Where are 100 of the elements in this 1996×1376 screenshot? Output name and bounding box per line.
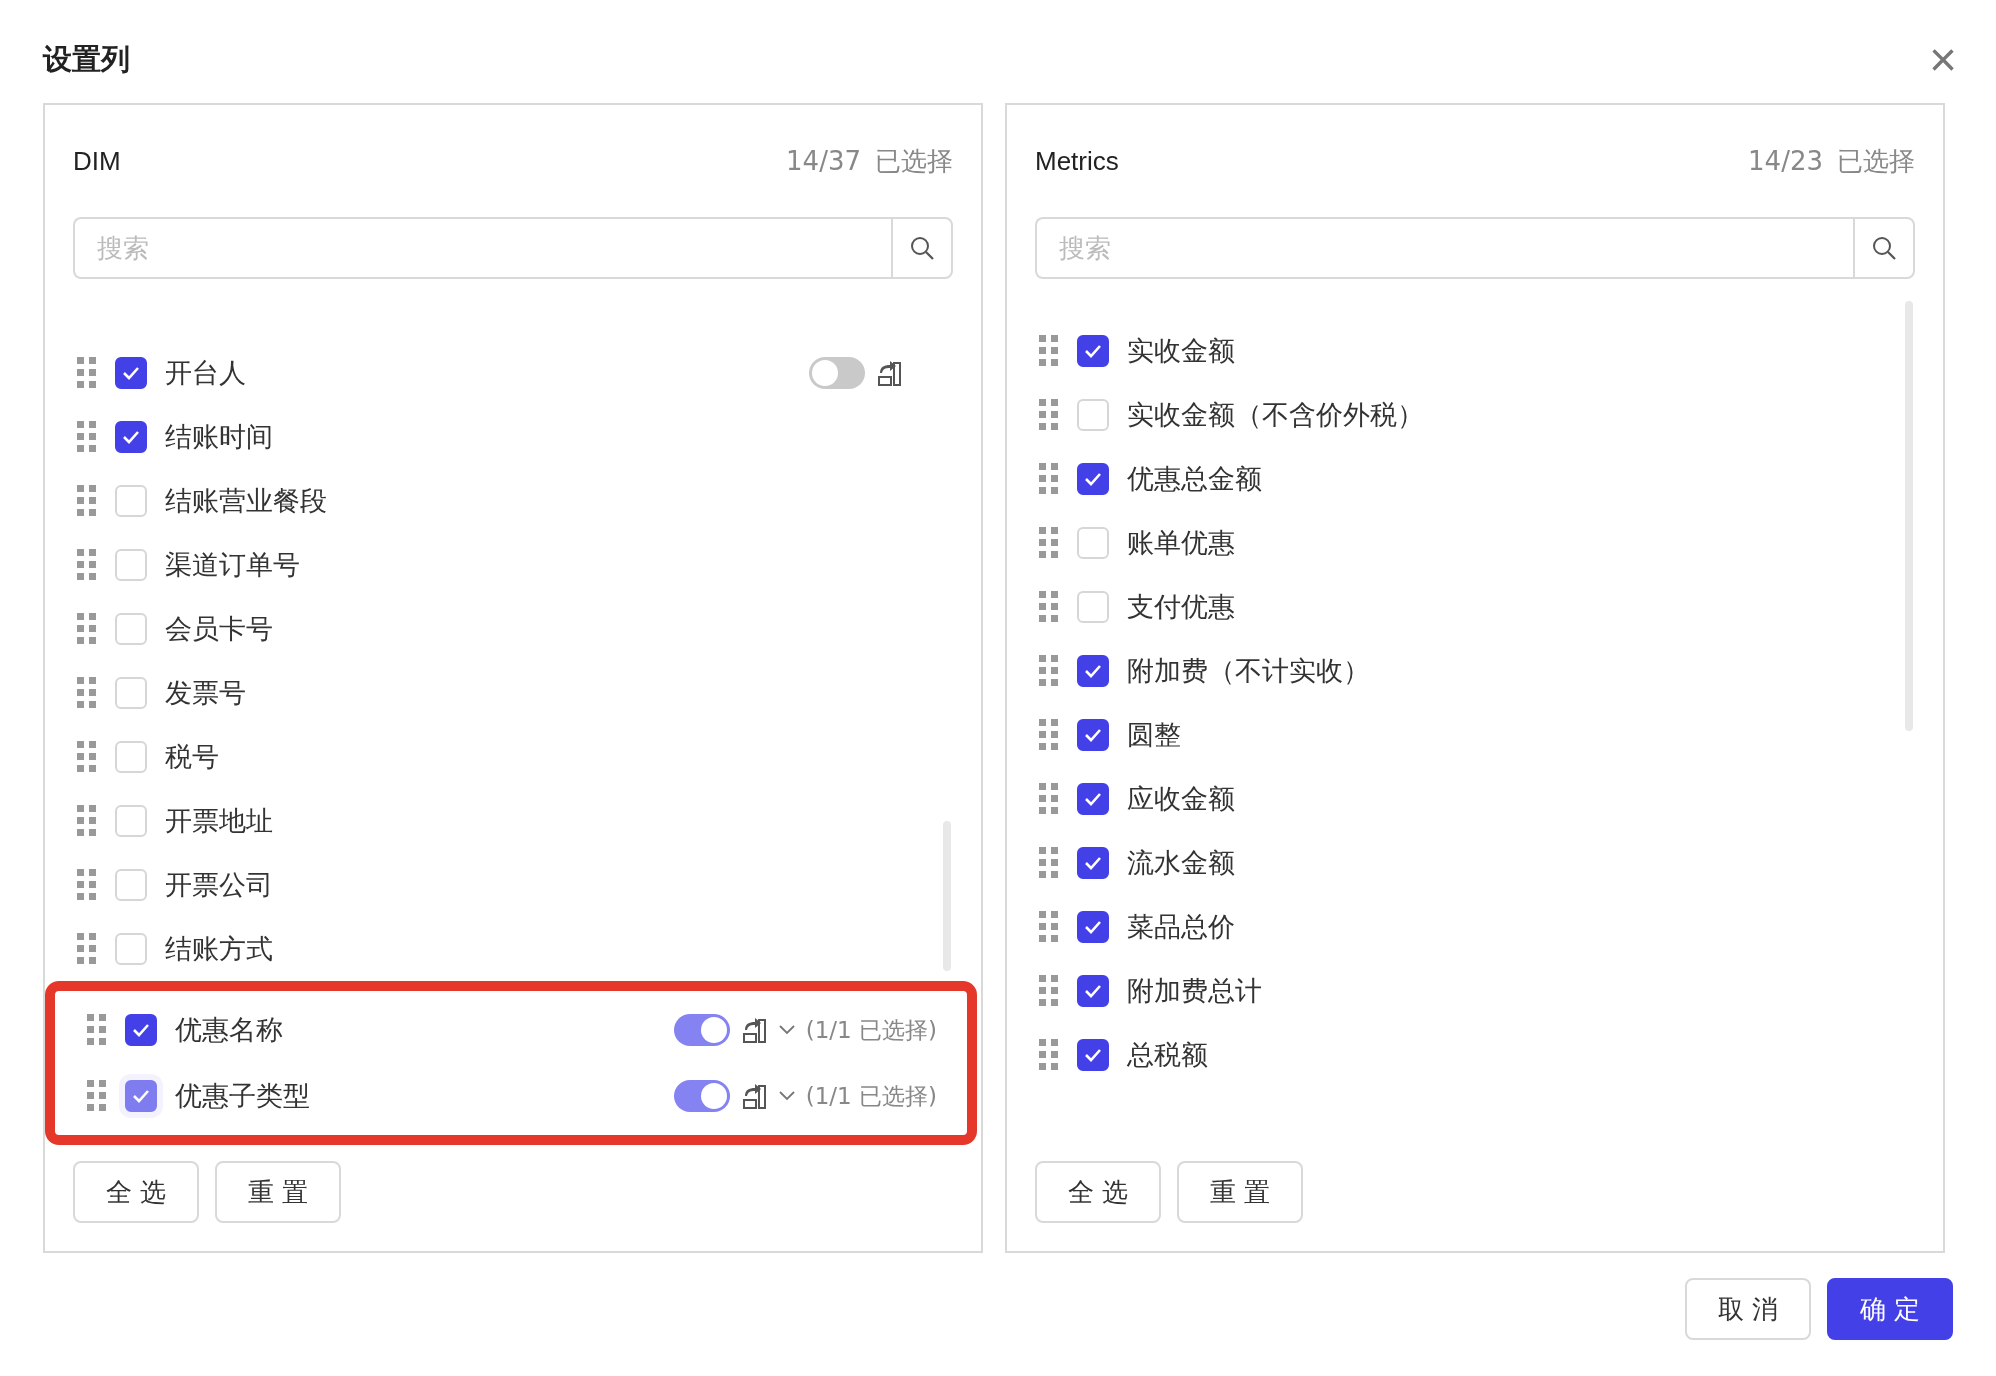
panel-button[interactable]: 全 选 — [73, 1161, 199, 1223]
selected-count: 14/23 — [1748, 146, 1823, 176]
column-label: 账单优惠 — [1127, 526, 1235, 560]
checkmark-icon — [121, 429, 141, 445]
sub-selected-count: (1/1 已选择) — [805, 1015, 937, 1045]
column-label: 优惠名称 — [175, 1013, 283, 1047]
drag-handle-icon[interactable] — [1039, 1039, 1059, 1071]
caret-icon[interactable] — [777, 1090, 796, 1102]
confirm-button[interactable]: 确 定 — [1827, 1278, 1953, 1340]
dialog-title: 设置列 — [43, 41, 130, 78]
drag-handle-icon[interactable] — [87, 1014, 107, 1046]
checkbox[interactable] — [1077, 975, 1109, 1007]
toggle-switch[interactable] — [673, 1014, 730, 1046]
column-label: 圆整 — [1127, 718, 1181, 752]
drag-handle-icon[interactable] — [77, 613, 97, 645]
selected-label: 已选择 — [1837, 144, 1915, 178]
checkmark-icon — [1083, 471, 1103, 487]
search-button[interactable] — [1853, 217, 1915, 279]
drag-handle-icon[interactable] — [1039, 975, 1059, 1007]
checkbox[interactable] — [1077, 463, 1109, 495]
column-label: 附加费（不计实收） — [1127, 654, 1370, 688]
checkbox[interactable] — [115, 357, 147, 389]
drag-handle-icon[interactable] — [77, 933, 97, 965]
checkmark-icon — [121, 365, 141, 381]
pin-column-icon[interactable] — [741, 1016, 768, 1044]
search-button[interactable] — [891, 217, 953, 279]
panel-button[interactable]: 全 选 — [1035, 1161, 1161, 1223]
column-label: 渠道订单号 — [165, 548, 300, 582]
checkbox[interactable] — [125, 1014, 157, 1046]
column-label: 实收金额 — [1127, 334, 1235, 368]
sub-selected-count: (1/1 已选择) — [805, 1081, 937, 1111]
column-label: 结账时间 — [165, 420, 273, 454]
toggle-switch[interactable] — [809, 357, 865, 389]
checkmark-icon — [1083, 727, 1103, 743]
column-label: 结账营业餐段 — [165, 484, 327, 518]
column-label: 会员卡号 — [165, 612, 273, 646]
search-icon — [909, 235, 935, 261]
drag-handle-icon[interactable] — [1039, 399, 1059, 431]
column-label: 优惠总金额 — [1127, 462, 1262, 496]
pin-column-icon[interactable] — [877, 359, 903, 387]
drag-handle-icon[interactable] — [77, 869, 97, 901]
column-label: 附加费总计 — [1127, 974, 1262, 1008]
drag-handle-icon[interactable] — [77, 421, 97, 453]
checkbox[interactable] — [1077, 719, 1109, 751]
panel-button[interactable]: 重 置 — [215, 1161, 341, 1223]
checkmark-icon — [1083, 663, 1103, 679]
column-label: 发票号 — [165, 676, 246, 710]
checkbox[interactable] — [1077, 911, 1109, 943]
drag-handle-icon[interactable] — [77, 805, 97, 837]
drag-handle-icon[interactable] — [1039, 719, 1059, 751]
column-label: 总税额 — [1127, 1038, 1208, 1072]
drag-handle-icon[interactable] — [77, 485, 97, 517]
drag-handle-icon[interactable] — [1039, 463, 1059, 495]
panel-title: Metrics — [1035, 145, 1119, 177]
pin-column-icon[interactable] — [741, 1082, 768, 1110]
checkmark-icon — [1083, 343, 1103, 359]
checkbox[interactable] — [1077, 847, 1109, 879]
column-label: 开台人 — [165, 356, 246, 390]
drag-handle-icon[interactable] — [1039, 335, 1059, 367]
checkbox[interactable] — [1077, 655, 1109, 687]
drag-handle-icon[interactable] — [87, 1080, 107, 1112]
drag-handle-icon[interactable] — [1039, 783, 1059, 815]
drag-handle-icon[interactable] — [1039, 527, 1059, 559]
column-label: 优惠子类型 — [175, 1079, 310, 1113]
checkmark-icon — [1083, 1047, 1103, 1063]
cancel-button[interactable]: 取 消 — [1685, 1278, 1811, 1340]
search-field[interactable]: 搜索 — [73, 217, 891, 279]
panel-button[interactable]: 重 置 — [1177, 1161, 1303, 1223]
caret-icon[interactable] — [777, 1024, 796, 1036]
close-button[interactable]: × — [1922, 36, 1963, 84]
checkmark-icon — [1083, 855, 1103, 871]
column-label: 税号 — [165, 740, 219, 774]
drag-handle-icon[interactable] — [77, 741, 97, 773]
checkbox[interactable] — [1077, 783, 1109, 815]
checkmark-icon — [131, 1088, 151, 1104]
checkbox[interactable] — [115, 421, 147, 453]
checkmark-icon — [131, 1022, 151, 1038]
column-label: 支付优惠 — [1127, 590, 1235, 624]
search-icon — [1871, 235, 1897, 261]
drag-handle-icon[interactable] — [1039, 847, 1059, 879]
drag-handle-icon[interactable] — [77, 549, 97, 581]
checkmark-icon — [1083, 791, 1103, 807]
drag-handle-icon[interactable] — [1039, 655, 1059, 687]
panel-title: DIM — [73, 145, 121, 177]
column-label: 开票地址 — [165, 804, 273, 838]
drag-handle-icon[interactable] — [77, 677, 97, 709]
checkbox[interactable] — [1077, 1039, 1109, 1071]
column-label: 应收金额 — [1127, 782, 1235, 816]
drag-handle-icon[interactable] — [1039, 911, 1059, 943]
selected-label: 已选择 — [875, 144, 953, 178]
checkmark-icon — [1083, 983, 1103, 999]
checkmark-icon — [1083, 919, 1103, 935]
drag-handle-icon[interactable] — [77, 357, 97, 389]
selected-count: 14/37 — [786, 146, 861, 176]
column-label: 流水金额 — [1127, 846, 1235, 880]
column-label: 结账方式 — [165, 932, 273, 966]
drag-handle-icon[interactable] — [1039, 591, 1059, 623]
search-field[interactable]: 搜索 — [1035, 217, 1853, 279]
checkbox[interactable] — [1077, 335, 1109, 367]
column-label: 菜品总价 — [1127, 910, 1235, 944]
